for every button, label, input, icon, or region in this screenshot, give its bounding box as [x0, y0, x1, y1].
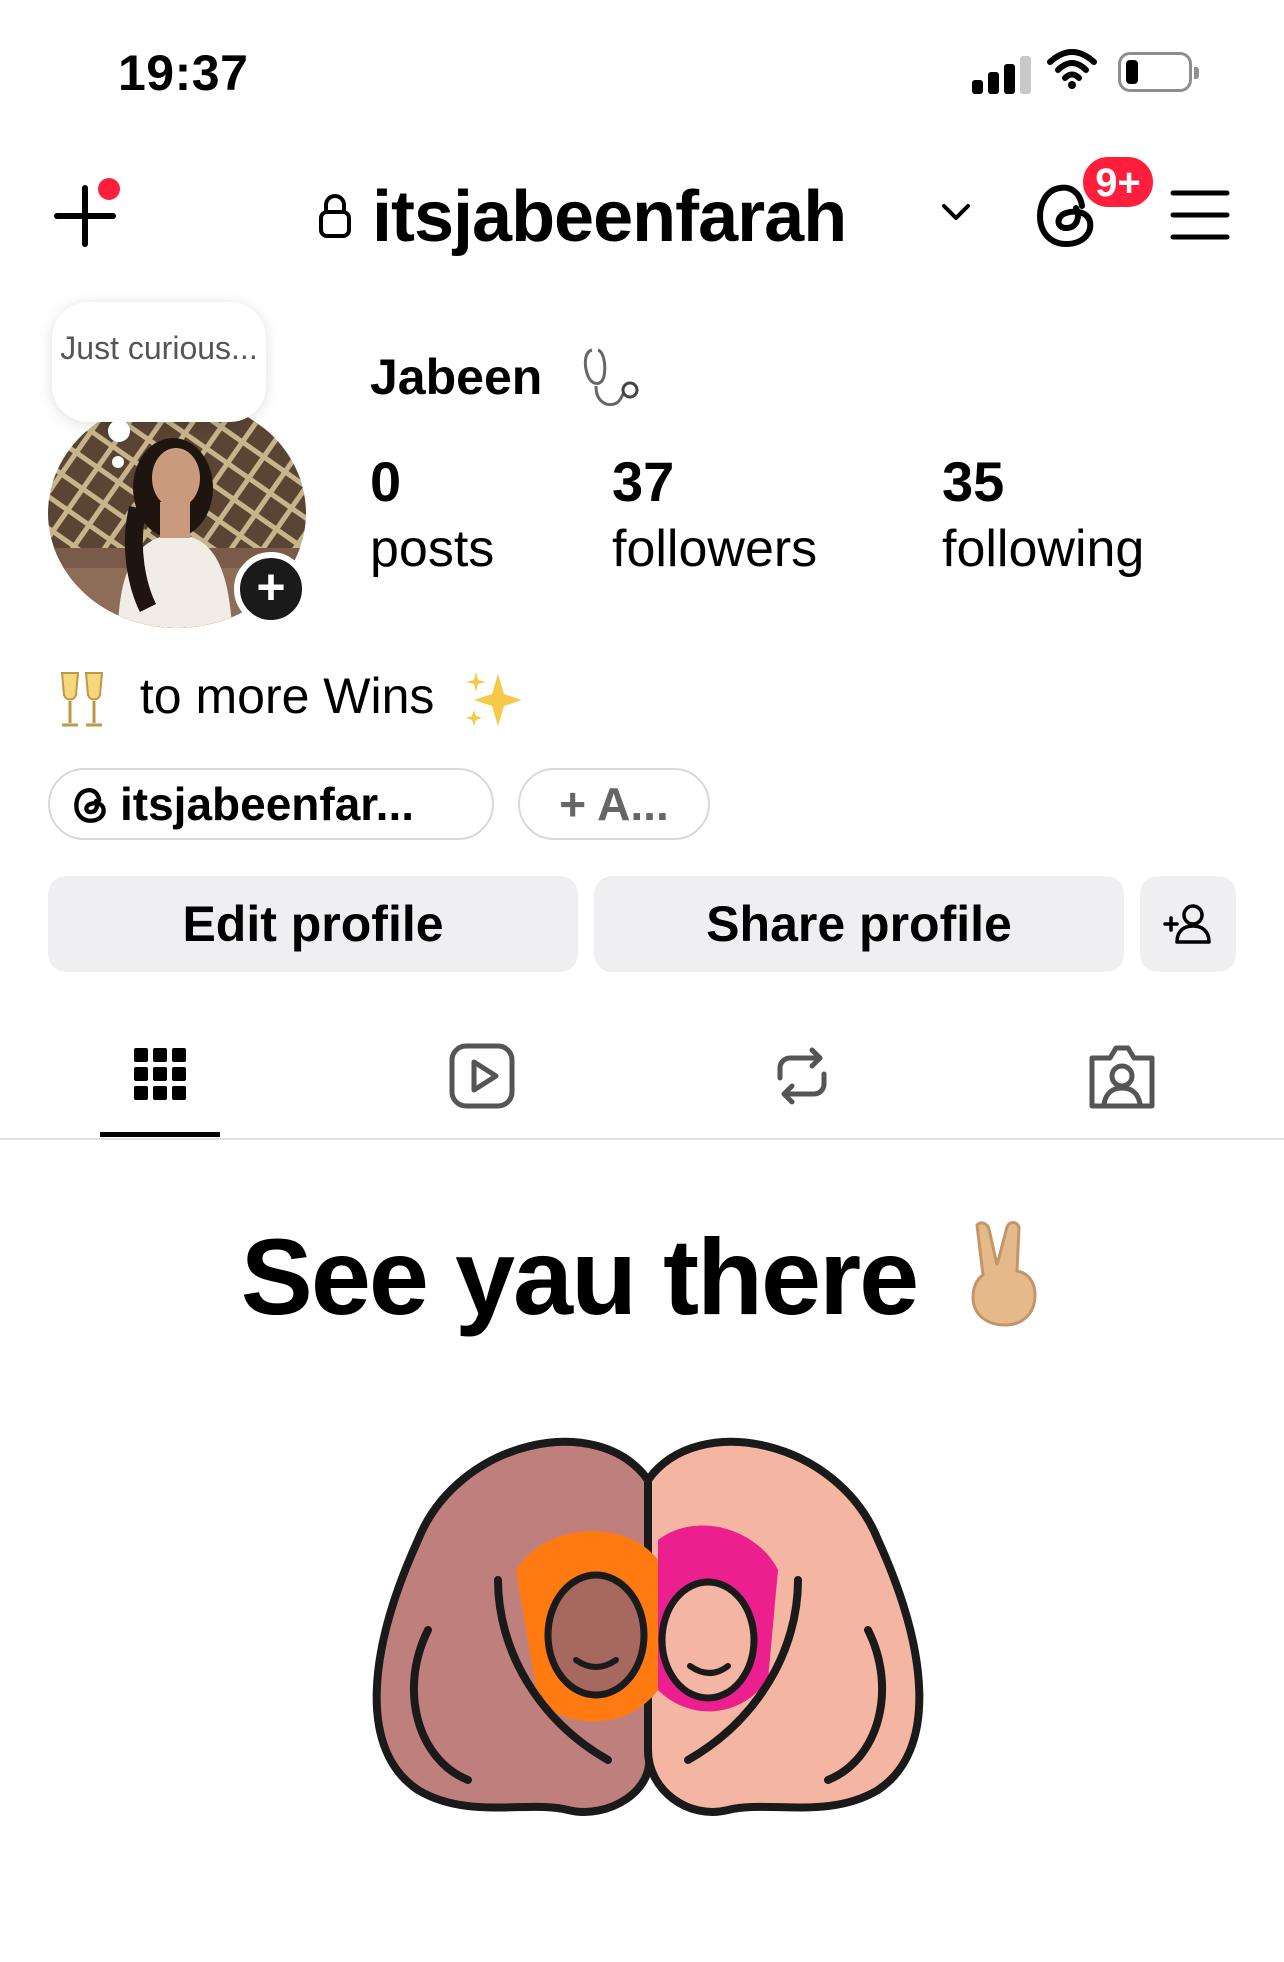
stat-posts-value: 0 [370, 450, 402, 513]
notification-badge: 9+ [1080, 154, 1156, 210]
stat-followers[interactable]: 37 followers [612, 448, 817, 582]
add-link-chip[interactable]: + A... [518, 768, 710, 840]
notification-dot [98, 178, 120, 200]
stat-following-value: 35 [942, 450, 1005, 513]
clinking-glasses-icon [60, 671, 104, 727]
create-button[interactable] [50, 178, 120, 248]
heart-hands-illustration [372, 1437, 924, 1816]
share-profile-button[interactable]: Share profile [594, 876, 1124, 972]
stat-following-label: following [942, 520, 1145, 578]
sparkles-icon [466, 671, 523, 726]
wifi-icon [1047, 49, 1097, 89]
display-name: Jabeen [370, 349, 543, 405]
lock-icon [319, 194, 351, 238]
note-bubble-tail [108, 420, 130, 442]
discover-people-button[interactable] [1140, 876, 1236, 972]
stat-following[interactable]: 35 following [942, 448, 1144, 582]
bio-text: to more Wins [139, 668, 435, 724]
stat-followers-label: followers [612, 520, 818, 578]
victory-hand-icon [971, 1221, 1037, 1327]
note-bubble-tail-small [112, 456, 124, 468]
reposts-icon[interactable] [762, 1036, 842, 1116]
reels-icon[interactable] [442, 1036, 522, 1116]
stat-followers-value: 37 [612, 450, 675, 513]
hamburger-menu-icon[interactable] [1170, 188, 1230, 242]
active-tab-indicator [100, 1132, 220, 1137]
add-person-icon [1163, 904, 1211, 944]
tagged-icon[interactable] [1082, 1036, 1162, 1116]
add-story-button[interactable]: + [234, 552, 308, 626]
tab-divider [0, 1138, 1284, 1140]
bio: to more Wins [56, 664, 524, 731]
grid-icon[interactable] [120, 1036, 200, 1116]
account-username[interactable]: itsjabeenfarah [372, 174, 847, 260]
threads-link-chip[interactable]: itsjabeenfar... [48, 768, 494, 840]
promo-headline-text: See yau there [240, 1216, 919, 1337]
promo-headline: See yau there [0, 1214, 1284, 1339]
note-bubble[interactable]: Just curious... [52, 302, 266, 422]
edit-profile-button[interactable]: Edit profile [48, 876, 578, 972]
threads-icon [74, 787, 106, 823]
chevron-down-icon[interactable] [938, 200, 974, 224]
stethoscope-icon [583, 348, 639, 407]
battery-icon [1118, 52, 1199, 92]
stat-posts[interactable]: 0 posts [370, 448, 494, 582]
cellular-signal-icon [972, 52, 1032, 94]
stat-posts-label: posts [370, 520, 495, 578]
threads-link-text: itsjabeenfar... [120, 778, 415, 830]
status-time: 19:37 [118, 45, 249, 101]
